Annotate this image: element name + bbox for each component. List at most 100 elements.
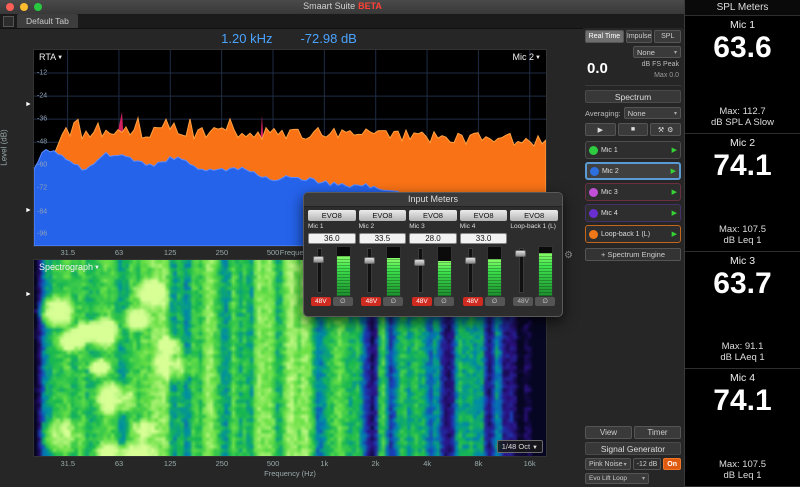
spl-meter-unit: dB SPL A Slow (711, 117, 774, 128)
spl-meter-value: 74.1 (713, 384, 771, 419)
source-row-mic-3[interactable]: Mic 3 ▶ (585, 183, 681, 201)
spl-meter-name: Mic 1 (730, 19, 755, 31)
generator-power-button[interactable]: On (663, 458, 681, 470)
rta-source-selector[interactable]: Mic 2▼ (513, 52, 541, 62)
divider (585, 85, 681, 86)
generator-routing-value: Evo Lift Loop (589, 475, 627, 482)
polarity-button[interactable]: ∅ (485, 297, 505, 306)
add-spectrum-engine-button[interactable]: + Spectrum Engine (585, 248, 681, 261)
gain-field[interactable]: 33.5 (359, 233, 407, 244)
source-active-play-icon[interactable]: ▶ (671, 167, 676, 175)
weighting-dropdown[interactable]: None ▾ (633, 46, 681, 58)
spl-meter-mic-1[interactable]: Mic 1 63.6 Max: 112.7 dB SPL A Slow (685, 16, 800, 134)
source-row-mic-4[interactable]: Mic 4 ▶ (585, 204, 681, 222)
fader-track[interactable] (515, 246, 526, 295)
source-active-play-icon[interactable]: ▶ (672, 146, 677, 154)
spl-meter-mic-4[interactable]: Mic 4 74.1 Max: 107.5 dB Leq 1 (685, 369, 800, 487)
polarity-button[interactable]: ∅ (434, 297, 454, 306)
spl-meter-mic-3[interactable]: Mic 3 63.7 Max: 91.1 dB LAeq 1 (685, 252, 800, 370)
spec-x-tick: 1k (320, 459, 328, 468)
fader-thumb[interactable] (465, 257, 476, 264)
device-select-button[interactable]: EVO8 (359, 210, 407, 221)
rta-y-tick: -72 (37, 185, 47, 192)
channel-buttons: 48V ∅ (409, 297, 457, 306)
device-select-button[interactable]: EVO8 (308, 210, 356, 221)
generator-signal-dropdown[interactable]: Pink Noise ▾ (585, 458, 631, 470)
phantom-button[interactable]: 48V (412, 297, 432, 306)
spl-meter-mic-2[interactable]: Mic 2 74.1 Max: 107.5 dB Leq 1 (685, 134, 800, 252)
fader-thumb[interactable] (364, 257, 375, 264)
tab-default[interactable]: Default Tab (17, 14, 78, 28)
settings-tools-button[interactable]: ⚒ ⚙ (650, 123, 681, 136)
fader-thumb[interactable] (515, 250, 526, 257)
channel-strip: EVO8 Mic 2 33.5 48V ∅ (359, 210, 407, 306)
gain-field[interactable]: 36.0 (308, 233, 356, 244)
generator-routing-dropdown[interactable]: Evo Lift Loop ▾ (585, 473, 649, 484)
view-button[interactable]: View (585, 426, 632, 439)
spec-x-tick: 125 (164, 459, 177, 468)
gain-field[interactable]: 28.0 (409, 233, 457, 244)
spectrum-section-header[interactable]: Spectrum (585, 90, 681, 103)
generator-signal-value: Pink Noise (589, 461, 622, 468)
meter-fill (387, 258, 400, 296)
chevron-down-icon: ▾ (674, 110, 677, 117)
octave-resolution-badge[interactable]: 1/48 Oct▼ (497, 440, 543, 453)
source-active-play-icon[interactable]: ▶ (672, 188, 677, 196)
device-select-button[interactable]: EVO8 (460, 210, 508, 221)
spl-meter-value: 63.7 (713, 267, 771, 302)
tabs-menu-icon[interactable] (3, 16, 14, 27)
rta-x-tick: 250 (216, 248, 229, 257)
timer-button[interactable]: Timer (634, 426, 681, 439)
stop-button[interactable]: ■ (618, 123, 649, 136)
fader-track[interactable] (313, 246, 324, 295)
device-select-button[interactable]: EVO8 (510, 210, 558, 221)
phantom-button[interactable]: 48V (361, 297, 381, 306)
spl-meters-panel: SPL Meters Mic 1 63.6 Max: 112.7 dB SPL … (684, 0, 800, 487)
rta-source-label: Mic 2 (513, 52, 535, 62)
input-meters-panel[interactable]: Input Meters EVO8 Mic 1 36.0 48V ∅ EVO8 … (303, 192, 563, 317)
rta-cursor-marker-icon[interactable]: ► (25, 207, 32, 214)
rta-plot-type-selector[interactable]: RTA▼ (39, 52, 63, 62)
spl-meter-unit: dB Leq 1 (723, 470, 761, 481)
spl-meter-name: Mic 4 (730, 372, 755, 384)
gear-icon: ⚙ (667, 126, 673, 134)
device-select-button[interactable]: EVO8 (409, 210, 457, 221)
mode-button-real-time[interactable]: Real Time (585, 30, 624, 43)
fader-thumb[interactable] (414, 259, 425, 266)
fader-track[interactable] (465, 246, 476, 295)
generator-level-button[interactable]: -12 dB (633, 458, 662, 470)
play-button[interactable]: ▶ (585, 123, 616, 136)
cursor-level-value: -72.98 dB (300, 31, 356, 46)
phantom-button[interactable]: 48V (513, 297, 533, 306)
mode-button-spl[interactable]: SPL (654, 30, 681, 43)
averaging-dropdown[interactable]: None ▾ (624, 107, 681, 119)
source-row-mic-1[interactable]: Mic 1 ▶ (585, 141, 681, 159)
spl-meter-max: Max: 112.7 (719, 106, 765, 117)
plot-settings-gear-icon[interactable]: ⚙ (564, 250, 573, 261)
channel-strip: EVO8 Mic 4 33.0 48V ∅ (460, 210, 508, 306)
phantom-button[interactable]: 48V (311, 297, 331, 306)
averaging-value: None (628, 109, 646, 118)
control-panel: Real Time Impulse SPL None ▾ 0.0 dB FS P… (583, 28, 683, 487)
polarity-button[interactable]: ∅ (383, 297, 403, 306)
mode-button-impulse[interactable]: Impulse (626, 30, 653, 43)
source-row-loopback-1[interactable]: Loop-back 1 (L) ▶ (585, 225, 681, 243)
polarity-button[interactable]: ∅ (535, 297, 555, 306)
source-active-play-icon[interactable]: ▶ (672, 209, 677, 217)
polarity-button[interactable]: ∅ (333, 297, 353, 306)
spectrograph-plot-type-selector[interactable]: Spectrograph▼ (39, 262, 100, 272)
signal-generator-header[interactable]: Signal Generator (585, 442, 681, 455)
phantom-button[interactable]: 48V (463, 297, 483, 306)
source-row-mic-2[interactable]: Mic 2 ▶ (585, 162, 681, 180)
octave-resolution-value: 1/48 Oct (502, 442, 530, 451)
fader-meter-group (359, 246, 407, 295)
fader-track[interactable] (414, 246, 425, 295)
spl-meter-unit: dB LAeq 1 (720, 352, 764, 363)
fader-track[interactable] (364, 246, 375, 295)
rta-cursor-marker-icon[interactable]: ► (25, 101, 32, 108)
spectrograph-cursor-marker-icon[interactable]: ► (25, 291, 32, 298)
spl-meters-title: SPL Meters (685, 0, 800, 16)
gain-field[interactable]: 33.0 (460, 233, 508, 244)
source-active-play-icon[interactable]: ▶ (672, 230, 677, 238)
fader-thumb[interactable] (313, 256, 324, 263)
